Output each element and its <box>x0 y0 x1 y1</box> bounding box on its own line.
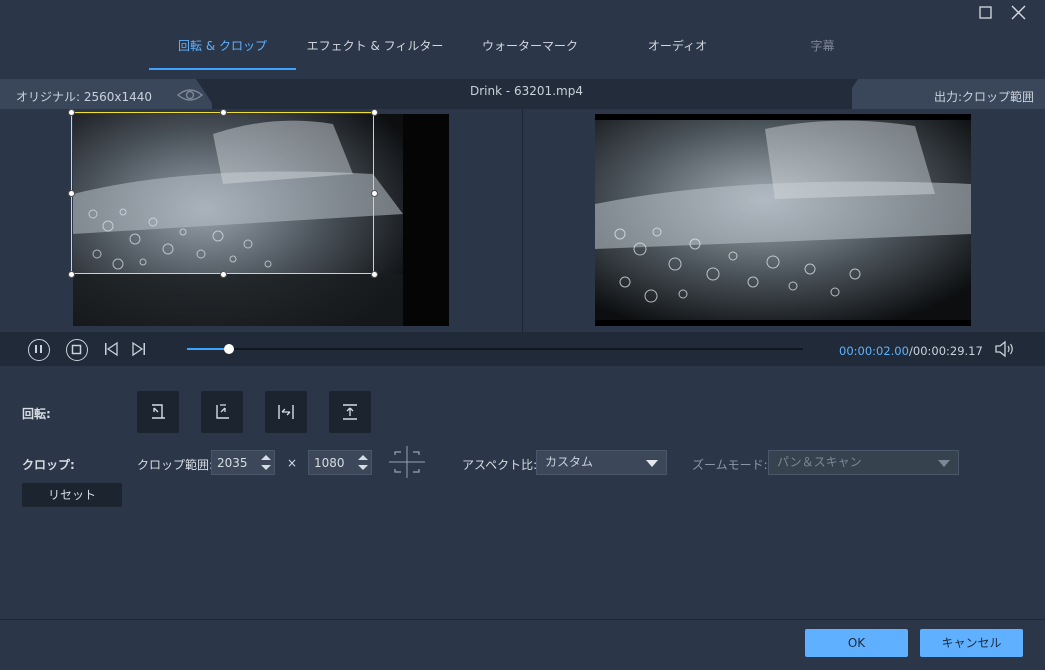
crop-height-stepper[interactable] <box>308 450 372 475</box>
flip-horizontal-icon <box>278 405 294 419</box>
chevron-down-icon <box>646 460 658 467</box>
stop-icon <box>71 344 82 355</box>
total-time: /00:00:29.17 <box>909 344 983 358</box>
zoom-mode-value: パン＆スキャン <box>777 455 862 469</box>
flip-horizontal-button[interactable] <box>265 391 307 433</box>
tab-rotate-crop[interactable]: 回転 & クロップ <box>149 26 296 70</box>
crop-area-label: クロップ範囲: <box>137 458 214 472</box>
crop-height-input[interactable] <box>309 451 358 474</box>
crop-selection[interactable] <box>68 109 378 278</box>
maximize-button[interactable] <box>976 4 996 22</box>
flip-vertical-button[interactable] <box>329 391 371 433</box>
volume-icon <box>995 340 1013 358</box>
cancel-button[interactable]: キャンセル <box>920 629 1023 657</box>
video-frame-output <box>595 114 971 326</box>
seek-progress <box>187 348 229 350</box>
crop-width-input[interactable] <box>212 451 261 474</box>
crop-handle-bottom-left[interactable] <box>68 271 75 278</box>
flip-vertical-icon <box>343 404 357 420</box>
preview-toggle[interactable] <box>176 86 204 107</box>
rotate-left-button[interactable] <box>137 391 179 433</box>
next-frame-button[interactable] <box>131 340 147 361</box>
stop-button[interactable] <box>66 339 88 361</box>
aspect-ratio-value: カスタム <box>545 455 594 469</box>
stepper-arrows-icon[interactable] <box>260 452 272 473</box>
rotate-left-icon <box>152 404 165 419</box>
crop-handle-top-left[interactable] <box>68 109 75 116</box>
rotate-right-icon <box>216 404 229 419</box>
crop-times-sign: × <box>287 456 298 470</box>
crop-handle-left[interactable] <box>68 190 75 197</box>
crosshair-icon <box>389 446 425 478</box>
pause-icon <box>35 345 42 353</box>
seek-track[interactable] <box>187 348 803 350</box>
original-resolution: オリジナル: 2560x1440 <box>16 90 153 104</box>
preview-divider <box>522 109 523 332</box>
crop-width-stepper[interactable] <box>211 450 275 475</box>
info-bar-edge-right <box>838 79 858 109</box>
tab-subtitles: 字幕 <box>810 39 835 53</box>
aspect-ratio-select[interactable]: カスタム <box>536 450 667 475</box>
tab-bar: 回転 & クロップ エフェクト & フィルター ウォーターマーク オーディオ 字… <box>0 26 1045 70</box>
crop-label: クロップ: <box>22 458 75 472</box>
tab-effects-filters[interactable]: エフェクト & フィルター <box>300 26 450 70</box>
aspect-ratio-label: アスペクト比: <box>462 458 538 472</box>
active-tab-indicator <box>149 68 296 70</box>
volume-button[interactable] <box>994 340 1016 361</box>
rotate-label: 回転: <box>22 407 51 421</box>
eye-icon <box>176 89 204 101</box>
zoom-mode-label: ズームモード: <box>692 458 768 472</box>
reset-button[interactable]: リセット <box>22 483 122 507</box>
tab-watermark[interactable]: ウォーターマーク <box>455 26 605 70</box>
center-crop-button[interactable] <box>389 446 425 481</box>
crop-handle-top-right[interactable] <box>371 109 378 116</box>
previous-frame-button[interactable] <box>103 340 119 361</box>
skip-back-icon <box>105 341 118 357</box>
maximize-icon <box>979 6 992 19</box>
crop-handle-bottom-right[interactable] <box>371 271 378 278</box>
pause-button[interactable] <box>28 339 50 361</box>
crop-handle-top[interactable] <box>220 109 227 116</box>
stepper-arrows-icon[interactable] <box>357 452 369 473</box>
rotate-right-button[interactable] <box>201 391 243 433</box>
chevron-down-icon <box>938 460 950 467</box>
crop-handle-bottom[interactable] <box>220 271 227 278</box>
tab-audio[interactable]: オーディオ <box>605 26 750 70</box>
output-video-preview <box>595 114 971 326</box>
crop-handle-right[interactable] <box>371 190 378 197</box>
close-button[interactable] <box>1009 4 1029 22</box>
close-icon <box>1011 5 1026 20</box>
output-mode: 出力:クロップ範囲 <box>934 90 1035 104</box>
seek-handle[interactable] <box>224 344 234 354</box>
footer-divider <box>0 619 1045 620</box>
skip-forward-icon <box>132 341 145 357</box>
ok-button[interactable]: OK <box>805 629 908 657</box>
zoom-mode-select: パン＆スキャン <box>768 450 959 475</box>
current-time: 00:00:02.00 <box>839 344 909 358</box>
file-name: Drink - 63201.mp4 <box>470 84 583 98</box>
